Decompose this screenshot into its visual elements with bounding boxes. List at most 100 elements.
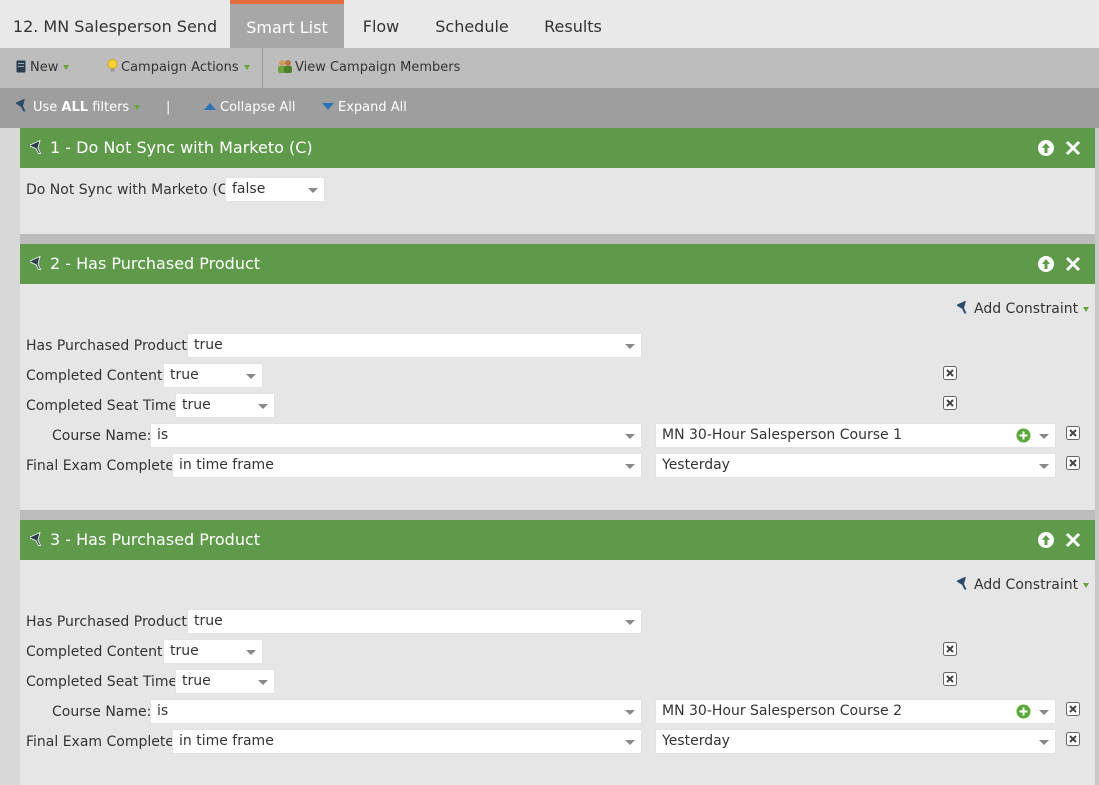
add-value-icon[interactable] <box>1016 704 1031 719</box>
funnel-icon <box>15 98 26 112</box>
add-constraint-label: Add Constraint <box>974 301 1079 317</box>
expand-all-label: Expand All <box>338 100 407 115</box>
filter-header[interactable]: 1 - Do Not Sync with Marketo (C) <box>20 128 1095 168</box>
value-select[interactable]: true <box>163 639 263 664</box>
add-constraint-button[interactable]: Add Constraint <box>956 575 1090 595</box>
new-button[interactable]: New <box>16 48 70 88</box>
operator-select[interactable]: is <box>150 423 642 448</box>
operator-select[interactable]: in time frame <box>172 453 642 478</box>
operator-select[interactable]: in time frame <box>172 729 642 754</box>
chevron-down-icon <box>1039 710 1049 715</box>
filter-title: 1 - Do Not Sync with Marketo (C) <box>50 138 313 157</box>
add-constraint-button[interactable]: Add Constraint <box>956 299 1090 319</box>
remove-constraint-icon[interactable] <box>1066 456 1080 470</box>
tab-results[interactable]: Results <box>526 0 620 48</box>
chevron-down-icon <box>1039 464 1049 469</box>
filter-card: 3 - Has Purchased Product Add Constraint… <box>20 520 1095 785</box>
field-label: Course Name: <box>52 704 152 720</box>
value-text: Yesterday <box>662 457 730 473</box>
tab-bar: 12. MN Salesperson Send Smart List Flow … <box>0 0 1099 48</box>
collapse-arrow-icon <box>204 103 216 110</box>
remove-constraint-icon[interactable] <box>1066 702 1080 716</box>
close-icon[interactable] <box>1064 139 1082 157</box>
use-label: Use <box>33 100 62 115</box>
value-select[interactable]: true <box>187 609 642 634</box>
campaign-actions-label: Campaign Actions <box>121 60 239 75</box>
value-select[interactable]: MN 30-Hour Salesperson Course 1 <box>655 423 1056 448</box>
funnel-icon <box>30 256 42 270</box>
filter-title: 2 - Has Purchased Product <box>50 254 261 273</box>
move-up-icon[interactable] <box>1037 139 1055 157</box>
value-select[interactable]: true <box>175 393 275 418</box>
remove-constraint-icon[interactable] <box>943 672 957 686</box>
value-select[interactable]: MN 30-Hour Salesperson Course 2 <box>655 699 1056 724</box>
operator-text: is <box>157 427 169 443</box>
tab-flow[interactable]: Flow <box>344 0 418 48</box>
campaign-actions-button[interactable]: Campaign Actions <box>107 48 250 88</box>
operator-select[interactable]: is <box>150 699 642 724</box>
remove-constraint-icon[interactable] <box>943 366 957 380</box>
field-label: Completed Seat Time: <box>26 674 182 690</box>
value-text: false <box>232 181 266 197</box>
move-up-icon[interactable] <box>1037 531 1055 549</box>
value-select[interactable]: Yesterday <box>655 729 1056 754</box>
tab-smart-list[interactable]: Smart List <box>230 0 344 48</box>
vertical-scrollbar[interactable] <box>1095 128 1099 785</box>
value-select[interactable]: false <box>225 177 325 202</box>
chevron-down-icon <box>625 620 635 625</box>
value-select[interactable]: true <box>175 669 275 694</box>
use-all-filters-dropdown[interactable]: Use ALL filters <box>15 88 141 128</box>
operator-text: in time frame <box>179 733 274 749</box>
filter-title: 3 - Has Purchased Product <box>50 530 261 549</box>
value-text: true <box>170 367 199 383</box>
use-all-bold: ALL <box>61 100 89 115</box>
value-select[interactable]: Yesterday <box>655 453 1056 478</box>
funnel-icon <box>956 300 967 314</box>
value-text: true <box>182 673 211 689</box>
funnel-icon <box>956 576 967 590</box>
smart-list-canvas: 1 - Do Not Sync with Marketo (C) Do Not … <box>0 128 1099 785</box>
move-up-icon[interactable] <box>1037 255 1055 273</box>
remove-constraint-icon[interactable] <box>943 642 957 656</box>
chevron-down-icon <box>1083 582 1090 588</box>
filter-card: 1 - Do Not Sync with Marketo (C) Do Not … <box>20 128 1095 234</box>
chevron-down-icon <box>1039 434 1049 439</box>
value-select[interactable]: true <box>187 333 642 358</box>
chevron-down-icon <box>625 434 635 439</box>
document-icon <box>16 60 26 73</box>
close-icon[interactable] <box>1064 531 1082 549</box>
filter-header[interactable]: 2 - Has Purchased Product <box>20 244 1095 284</box>
add-constraint-label: Add Constraint <box>974 577 1079 593</box>
remove-constraint-icon[interactable] <box>1066 426 1080 440</box>
view-members-label: View Campaign Members <box>295 60 461 75</box>
filter-bar-separator: | <box>166 100 171 115</box>
view-campaign-members-button[interactable]: View Campaign Members <box>277 48 460 88</box>
value-select[interactable]: true <box>163 363 263 388</box>
remove-constraint-icon[interactable] <box>1066 732 1080 746</box>
filter-divider <box>20 510 1095 520</box>
chevron-down-icon <box>258 680 268 685</box>
add-value-icon[interactable] <box>1016 428 1031 443</box>
chevron-down-icon <box>243 65 250 70</box>
tab-campaign-name[interactable]: 12. MN Salesperson Send <box>0 0 230 48</box>
remove-constraint-icon[interactable] <box>943 396 957 410</box>
chevron-down-icon <box>63 65 70 70</box>
collapse-all-label: Collapse All <box>220 100 296 115</box>
chevron-down-icon <box>625 344 635 349</box>
toolbar: New Campaign Actions View Campaign Membe… <box>0 48 1099 88</box>
new-label: New <box>30 60 59 75</box>
value-text: Yesterday <box>662 733 730 749</box>
tab-schedule[interactable]: Schedule <box>418 0 526 48</box>
operator-text: in time frame <box>179 457 274 473</box>
field-label: Completed Content: <box>26 368 168 384</box>
people-icon <box>278 60 292 73</box>
value-text: MN 30-Hour Salesperson Course 2 <box>662 703 902 719</box>
collapse-all-button[interactable]: Collapse All <box>204 88 296 128</box>
chevron-down-icon <box>308 188 318 193</box>
filter-card: 2 - Has Purchased Product Add Constraint… <box>20 244 1095 510</box>
close-icon[interactable] <box>1064 255 1082 273</box>
field-label: Final Exam Complete: <box>26 734 179 750</box>
chevron-down-icon <box>246 374 256 379</box>
filter-header[interactable]: 3 - Has Purchased Product <box>20 520 1095 560</box>
expand-all-button[interactable]: Expand All <box>322 88 407 128</box>
